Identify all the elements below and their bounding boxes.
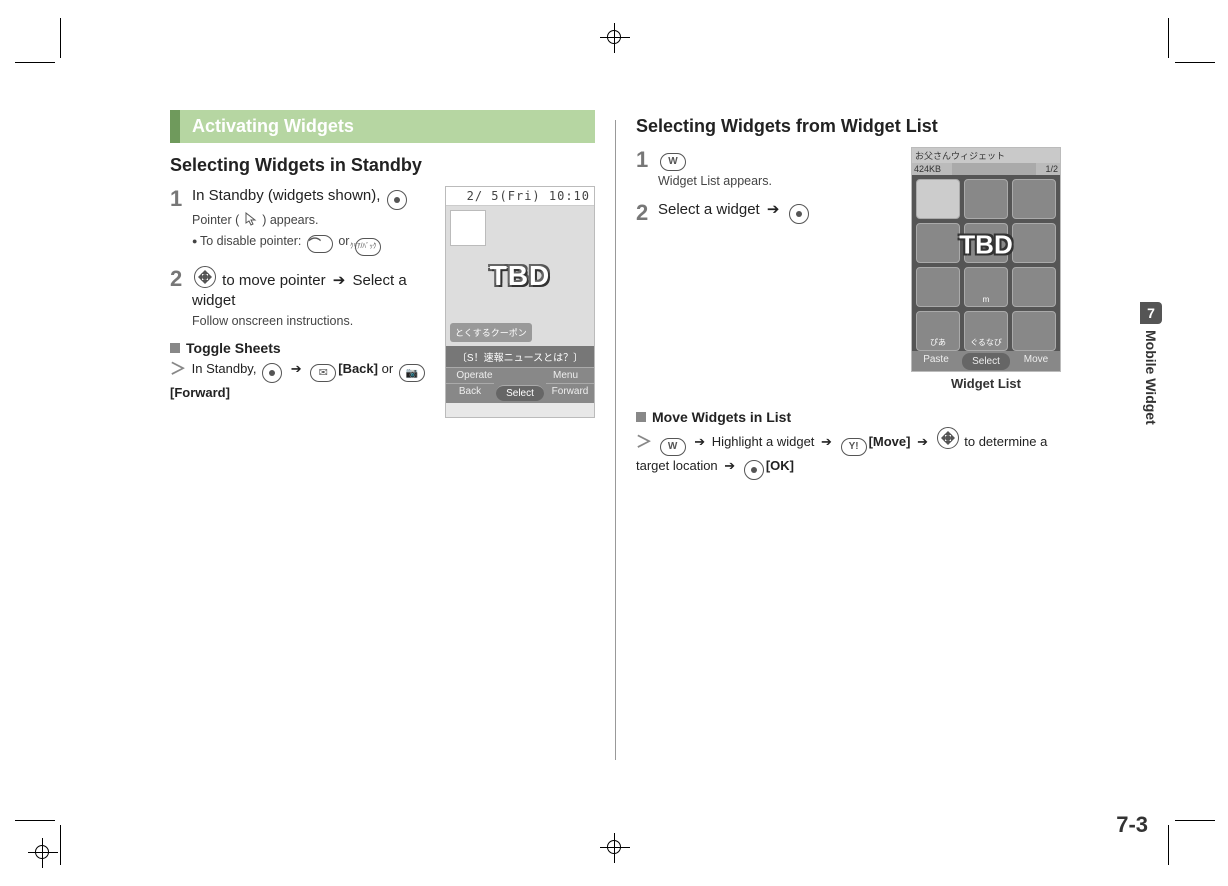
step-number: 2 — [170, 266, 192, 330]
right-column: Selecting Widgets from Widget List 1 Wid… — [616, 110, 1071, 770]
step-1: 1 Widget List appears. — [636, 147, 897, 190]
chevron-icon: ＞ — [636, 434, 652, 451]
coupon-widget: とくするクーポン — [450, 323, 532, 342]
clock-bar: 2/ 5(Fri) 10:10 — [446, 187, 594, 206]
softkey-move: Move — [1012, 351, 1060, 372]
page-number: 7-3 — [1116, 812, 1148, 838]
widget-list-screenshot: お父さんウィジェット 424KB 1/2 — [911, 147, 1061, 391]
pointer-prefix: Pointer ( — [192, 213, 239, 227]
step-number: 1 — [636, 147, 658, 190]
chevron-icon: ＞ — [170, 361, 186, 378]
section-title: Activating Widgets — [180, 110, 595, 143]
list-item — [1012, 179, 1056, 219]
softkey-operate: Operate — [446, 367, 503, 383]
step-2-sub: Follow onscreen instructions. — [192, 313, 435, 330]
widget-size: 424KB — [912, 163, 952, 175]
widget-thumbnail — [450, 210, 486, 246]
chapter-tab: 7 Mobile Widget — [1140, 302, 1162, 425]
widget-page: 1/2 — [1036, 163, 1060, 175]
arrow-icon: ➔ — [767, 201, 780, 218]
toggle-sheets-title: Toggle Sheets — [170, 340, 435, 356]
softkey-select: Select — [496, 385, 544, 401]
section-header: Activating Widgets — [170, 110, 595, 143]
arrow-icon: ➔ — [821, 434, 832, 449]
arrow-icon: ➔ — [917, 434, 928, 449]
news-ticker: 〔S！速報ニュースとは？〕 — [446, 346, 594, 367]
widget-key-icon — [660, 438, 686, 456]
page-content: Activating Widgets Selecting Widgets in … — [160, 110, 1100, 770]
step-number: 2 — [636, 200, 658, 224]
list-item — [964, 179, 1008, 219]
widget-name: お父さんウィジェット — [912, 148, 1060, 163]
list-item — [916, 179, 960, 219]
arrow-icon: ➔ — [694, 434, 705, 449]
move-widgets-title: Move Widgets in List — [636, 409, 1061, 425]
screenshot-caption: Widget List — [911, 376, 1061, 391]
softkey-forward: Forward — [546, 383, 594, 403]
chapter-label: Mobile Widget — [1140, 330, 1159, 425]
mail-key-icon — [310, 364, 336, 382]
standby-screenshot: 2/ 5(Fri) 10:10 TBD とくするクーポン 〔S！速報ニュースとは… — [445, 186, 595, 418]
right-heading: Selecting Widgets from Widget List — [636, 116, 1061, 137]
list-item: m — [964, 267, 1008, 307]
center-key-icon — [789, 204, 809, 224]
arrow-icon: ➔ — [724, 458, 735, 473]
left-column: Activating Widgets Selecting Widgets in … — [160, 110, 615, 770]
center-key-icon — [262, 363, 282, 383]
disable-pointer-text: To disable pointer: — [200, 234, 301, 248]
dpad-icon — [937, 427, 959, 449]
center-key-icon — [744, 460, 764, 480]
clear-key-icon: ｸﾘｱ/ﾊﾞｯｸ — [355, 238, 381, 256]
move-widgets-line: ＞ ➔ Highlight a widget ➔ [Move] ➔ to det… — [636, 427, 1061, 480]
softkey-select: Select — [962, 353, 1010, 370]
step-2-text: Select a widget — [658, 201, 760, 218]
list-item — [1012, 311, 1056, 351]
end-key-icon — [307, 235, 333, 253]
step-1-text: In Standby (widgets shown), — [192, 187, 380, 204]
list-item: ぴあ — [916, 311, 960, 351]
softkey-paste: Paste — [912, 351, 960, 372]
arrow-icon: ➔ — [333, 272, 346, 289]
square-bullet-icon — [636, 412, 646, 422]
camera-key-icon — [399, 364, 425, 382]
softkey-menu: Menu — [537, 367, 594, 383]
softkey-back: Back — [446, 383, 494, 403]
widget-key-icon — [660, 153, 686, 171]
left-subheading: Selecting Widgets in Standby — [170, 155, 595, 176]
step-1: 1 In Standby (widgets shown), Pointer ( … — [170, 186, 435, 256]
pointer-suffix: ) appears. — [262, 213, 318, 227]
square-bullet-icon — [170, 343, 180, 353]
step-1-sub: Widget List appears. — [658, 173, 897, 190]
list-item — [1012, 223, 1056, 263]
yahoo-key-icon — [841, 438, 867, 456]
or-text: or — [338, 234, 349, 248]
step-2: 2 Select a widget ➔ — [636, 200, 897, 224]
cursor-icon — [245, 212, 257, 231]
arrow-icon: ➔ — [291, 361, 302, 376]
list-item — [1012, 267, 1056, 307]
list-item — [964, 223, 1008, 263]
step-2: 2 to move pointer ➔ Select a widget Foll… — [170, 266, 435, 330]
center-key-icon — [387, 190, 407, 210]
list-item: ぐるなび — [964, 311, 1008, 351]
step-2a: to move pointer — [222, 272, 325, 289]
chapter-number: 7 — [1140, 302, 1162, 324]
list-item — [916, 267, 960, 307]
dpad-icon — [194, 266, 216, 288]
list-item — [916, 223, 960, 263]
section-accent-bar — [170, 110, 180, 143]
tbd-overlay: TBD — [490, 260, 551, 292]
toggle-sheets-line: ＞ In Standby, ➔ [Back] or [Forward] — [170, 358, 435, 403]
step-number: 1 — [170, 186, 192, 256]
